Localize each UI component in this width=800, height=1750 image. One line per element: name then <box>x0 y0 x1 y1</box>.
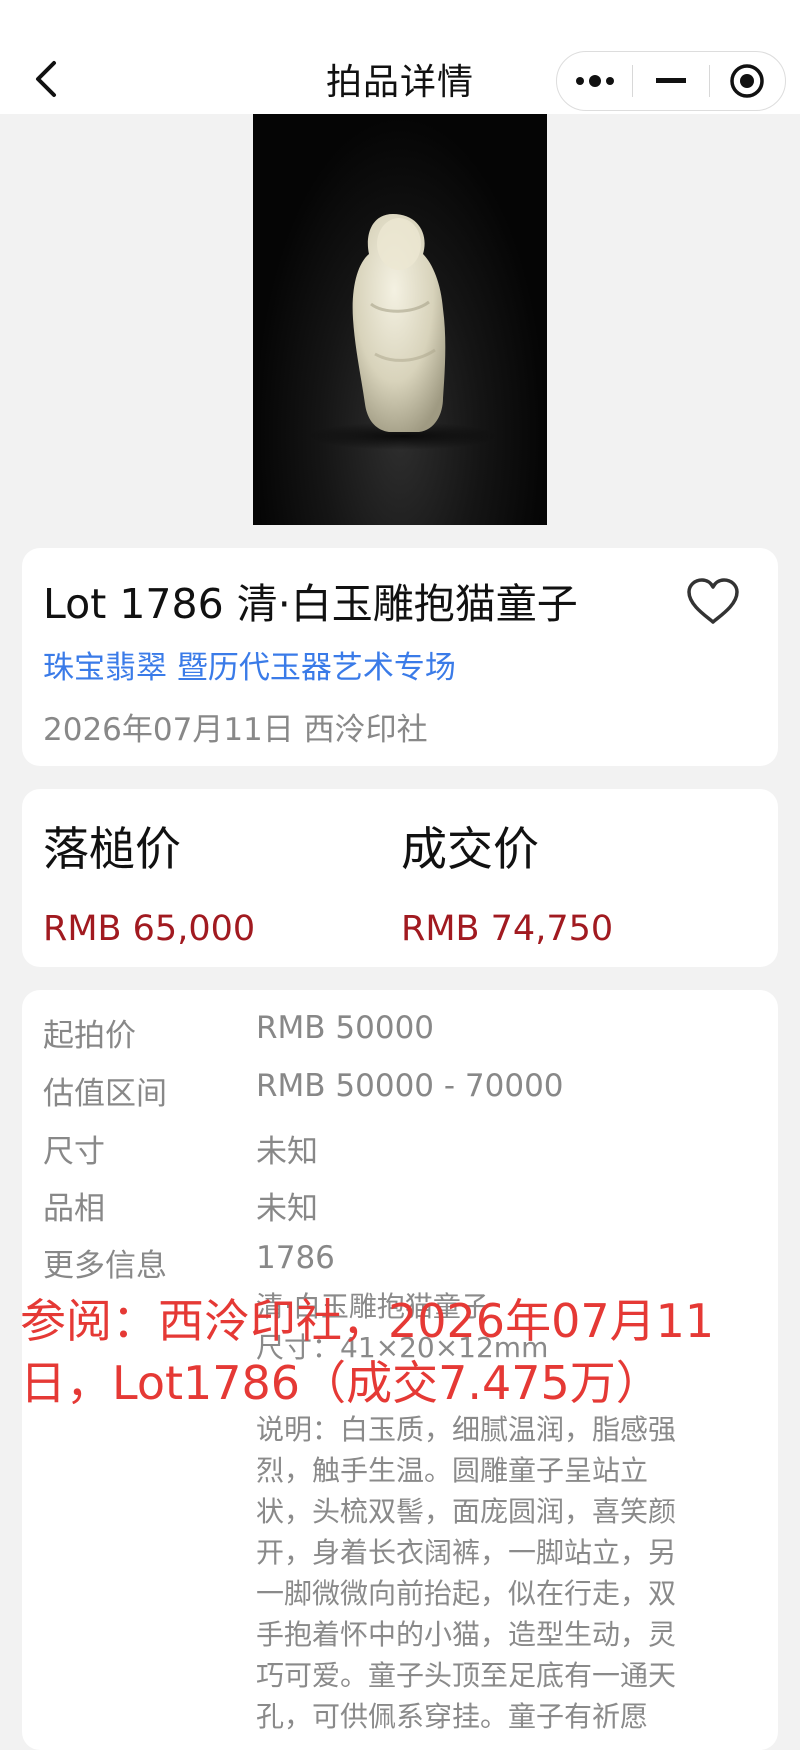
mini-program-capsule <box>556 51 786 111</box>
description-line: 尺寸：41×20×12mm <box>256 1331 549 1364</box>
deal-price: 成交价 RMB 74,750 <box>401 813 613 949</box>
detail-label-start-price: 起拍价 <box>43 1018 136 1054</box>
detail-value-lot-number: 1786 <box>256 1240 335 1276</box>
detail-value-size: 未知 <box>256 1134 318 1170</box>
hammer-price-value: RMB 65,000 <box>43 909 256 949</box>
target-close-icon <box>730 64 765 98</box>
favorite-button[interactable] <box>680 570 746 632</box>
detail-value-estimate: RMB 50000 - 70000 <box>256 1068 564 1104</box>
minimize-icon <box>655 78 686 83</box>
detail-label-condition: 品相 <box>43 1191 105 1227</box>
heart-outline-icon <box>687 578 739 624</box>
detail-value-condition: 未知 <box>256 1191 318 1227</box>
lot-title: Lot 1786 清·白玉雕抱猫童子 <box>43 580 578 628</box>
detail-label-size: 尺寸 <box>43 1134 105 1170</box>
hammer-price-label: 落槌价 <box>43 822 181 876</box>
jade-figure-image <box>308 214 498 450</box>
deal-price-label: 成交价 <box>401 822 539 876</box>
description-line <box>256 1368 756 1409</box>
hammer-price: 落槌价 RMB 65,000 <box>43 813 255 949</box>
description-line: 状，头梳双髻，面庞圆润，喜笑颜 <box>256 1495 677 1528</box>
navigation-bar: 拍品详情 <box>0 44 800 114</box>
description-line: 巧可爱。童子头顶至足底有一通天 <box>256 1659 677 1692</box>
description-line: 开，身着长衣阔裤，一脚站立，另 <box>256 1536 677 1569</box>
detail-value-start-price: RMB 50000 <box>256 1010 435 1046</box>
description-line: 说明：白玉质，细腻温润，脂感强 <box>256 1413 677 1446</box>
description-line: 一脚微微向前抬起，似在行走，双 <box>256 1577 677 1610</box>
description-line: 烈，触手生温。圆雕童子呈站立 <box>256 1454 649 1487</box>
auction-session-link[interactable]: 珠宝翡翠 暨历代玉器艺术专场 <box>43 642 456 687</box>
close-miniprogram-button[interactable] <box>710 52 785 110</box>
lot-info-card: Lot 1786 清·白玉雕抱猫童子 珠宝翡翠 暨历代玉器艺术专场 2026年0… <box>22 548 778 766</box>
lot-image[interactable] <box>253 114 547 525</box>
description-line: 孔，可供佩系穿挂。童子有祈愿 <box>256 1700 649 1733</box>
description-line: 清·白玉雕抱猫童子 <box>256 1290 489 1323</box>
deal-price-value: RMB 74,750 <box>401 909 614 949</box>
lot-description: 清·白玉雕抱猫童子 尺寸：41×20×12mm 说明：白玉质，细腻温润，脂感强 … <box>256 1286 756 1737</box>
lot-detail-card: 起拍价 RMB 50000 估值区间 RMB 50000 - 70000 尺寸 … <box>22 990 778 1750</box>
detail-label-estimate: 估值区间 <box>43 1076 167 1112</box>
sale-date-house: 2026年07月11日 西泠印社 <box>43 712 428 748</box>
description-line: 手抱着怀中的小猫，造型生动，灵 <box>256 1618 677 1651</box>
status-bar-area <box>0 0 800 44</box>
more-dots-icon <box>575 75 614 87</box>
price-card: 落槌价 RMB 65,000 成交价 RMB 74,750 <box>22 789 778 967</box>
detail-label-more-info: 更多信息 <box>43 1248 167 1284</box>
more-button[interactable] <box>557 52 632 110</box>
minimize-button[interactable] <box>633 52 708 110</box>
